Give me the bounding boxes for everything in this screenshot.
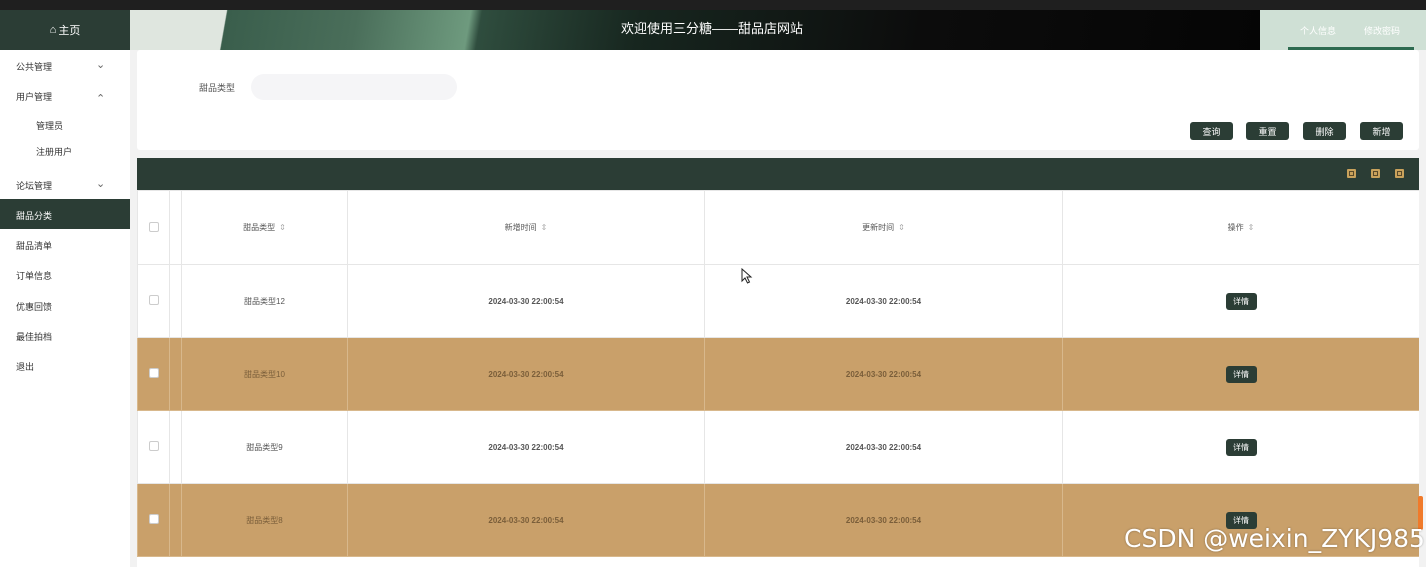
window-top-strip: [0, 0, 1426, 10]
save-icon[interactable]: [1371, 169, 1380, 178]
cell-created: 2024-03-30 22:00:54: [347, 264, 705, 338]
sidebar-item-label: 退出: [16, 362, 35, 372]
cell-actions: 详情: [1062, 337, 1419, 411]
row-checkbox[interactable]: [148, 368, 159, 378]
site-title: 欢迎使用三分糖——甜品店网站: [620, 21, 803, 36]
reset-button[interactable]: 重置: [1246, 122, 1289, 140]
sidebar-item-admins[interactable]: 管理员: [0, 109, 130, 135]
cell-updated: 2024-03-30 22:00:54: [704, 337, 1063, 411]
print-icon[interactable]: [1347, 169, 1356, 178]
table-row: 甜品类型12 2024-03-30 22:00:54 2024-03-30 22…: [137, 264, 1419, 338]
sidebar-item-label: 订单信息: [16, 271, 53, 281]
cell-type: 甜品类型8: [181, 483, 348, 557]
column-header-label: 操作: [1227, 223, 1244, 232]
cell-updated: 2024-03-30 22:00:54: [704, 410, 1063, 484]
sidebar-item-dessert-list[interactable]: 甜品清单: [0, 229, 130, 259]
sidebar-item-label: 甜品清单: [16, 241, 53, 251]
column-header-label: 更新时间: [862, 223, 895, 232]
row-checkbox[interactable]: [148, 441, 159, 451]
row-select-cell: [137, 483, 170, 557]
sidebar-item-forum[interactable]: 论坛管理 ⌄: [0, 169, 130, 199]
cell-created: 2024-03-30 22:00:54: [347, 483, 705, 557]
search-panel: 甜品类型 查询 重置 删除 新增: [137, 50, 1419, 150]
data-table: 甜品类型 ⇕ 新增时间 ⇕ 更新时间 ⇕ 操作 ⇕ 甜品类型12 2024-03-30 …: [137, 190, 1419, 557]
column-header-type[interactable]: 甜品类型 ⇕: [181, 190, 348, 265]
cell-type: 甜品类型10: [181, 337, 348, 411]
row-index-cell: [169, 483, 182, 557]
home-icon: ⌂: [49, 24, 57, 36]
sidebar-item-promotions[interactable]: 优惠回馈: [0, 290, 130, 320]
index-header: [169, 190, 182, 265]
change-password-link[interactable]: 修改密码: [1364, 24, 1400, 37]
sidebar-item-public[interactable]: 公共管理 ⌄: [0, 50, 130, 80]
table-header-row: 甜品类型 ⇕ 新增时间 ⇕ 更新时间 ⇕ 操作 ⇕: [137, 190, 1419, 265]
cell-created: 2024-03-30 22:00:54: [347, 410, 705, 484]
table-row: 甜品类型9 2024-03-30 22:00:54 2024-03-30 22:…: [137, 410, 1419, 484]
select-all-checkbox[interactable]: [148, 221, 159, 232]
sidebar-item-registered-users[interactable]: 注册用户: [0, 135, 130, 161]
sidebar-item-label: 用户管理: [16, 92, 53, 102]
mouse-cursor-icon: [741, 268, 753, 284]
detail-button[interactable]: 详情: [1225, 438, 1257, 456]
column-header-updated[interactable]: 更新时间 ⇕: [704, 190, 1063, 265]
row-index-cell: [169, 337, 182, 411]
sidebar-item-label: 管理员: [36, 121, 64, 131]
chevron-up-icon: ⌃: [96, 93, 106, 105]
home-label: 主页: [58, 25, 81, 37]
sort-icon[interactable]: ⇕: [279, 223, 286, 232]
sort-icon[interactable]: ⇕: [541, 223, 548, 232]
sidebar-item-label: 最佳拍档: [16, 332, 53, 342]
sidebar-item-label: 甜品分类: [16, 211, 53, 221]
delete-button[interactable]: 删除: [1303, 122, 1346, 140]
sidebar-item-label: 公共管理: [16, 62, 53, 72]
detail-button[interactable]: 详情: [1225, 365, 1257, 383]
chevron-down-icon: ⌄: [96, 178, 106, 190]
cell-actions: 详情: [1062, 264, 1419, 338]
query-button[interactable]: 查询: [1190, 122, 1233, 140]
sidebar-item-orders[interactable]: 订单信息: [0, 259, 130, 289]
cell-type: 甜品类型9: [181, 410, 348, 484]
row-index-cell: [169, 410, 182, 484]
detail-button[interactable]: 详情: [1225, 292, 1257, 310]
select-all-cell: [137, 190, 170, 265]
row-select-cell: [137, 410, 170, 484]
sort-icon[interactable]: ⇕: [1248, 223, 1255, 232]
column-header-created[interactable]: 新增时间 ⇕: [347, 190, 705, 265]
home-link[interactable]: ⌂ 主页: [0, 10, 130, 50]
cell-created: 2024-03-30 22:00:54: [347, 337, 705, 411]
cell-updated: 2024-03-30 22:00:54: [704, 483, 1063, 557]
profile-link[interactable]: 个人信息: [1300, 24, 1336, 37]
sidebar-item-label: 优惠回馈: [16, 302, 53, 312]
sidebar-item-label: 注册用户: [36, 147, 73, 157]
sidebar-item-label: 论坛管理: [16, 181, 53, 191]
user-links: 个人信息 修改密码: [1260, 10, 1426, 50]
column-header-actions[interactable]: 操作 ⇕: [1062, 190, 1419, 265]
cell-updated: 2024-03-30 22:00:54: [704, 264, 1063, 338]
column-header-label: 新增时间: [504, 223, 537, 232]
sidebar-item-logout[interactable]: 退出: [0, 350, 130, 380]
sidebar-item-best-pairing[interactable]: 最佳拍档: [0, 320, 130, 350]
dessert-type-search-input[interactable]: [251, 74, 457, 100]
row-checkbox[interactable]: [148, 295, 159, 305]
row-select-cell: [137, 337, 170, 411]
add-button[interactable]: 新增: [1360, 122, 1403, 140]
row-checkbox[interactable]: [148, 514, 159, 524]
sort-icon[interactable]: ⇕: [898, 223, 905, 232]
table-toolbar: [137, 158, 1419, 190]
cell-actions: 详情: [1062, 410, 1419, 484]
sidebar-item-dessert-category[interactable]: 甜品分类: [0, 199, 130, 229]
table-row: 甜品类型10 2024-03-30 22:00:54 2024-03-30 22…: [137, 337, 1419, 411]
sidebar-item-users[interactable]: 用户管理 ⌃: [0, 80, 130, 110]
chevron-down-icon: ⌄: [96, 59, 106, 71]
sidebar: 公共管理 ⌄ 用户管理 ⌃ 管理员 注册用户 论坛管理 ⌄ 甜品分类 甜品清单 …: [0, 50, 130, 567]
column-header-label: 甜品类型: [243, 223, 276, 232]
export-icon[interactable]: [1395, 169, 1404, 178]
row-index-cell: [169, 264, 182, 338]
dessert-type-label: 甜品类型: [199, 83, 236, 93]
top-header: ⌂ 主页 欢迎使用三分糖——甜品店网站 个人信息 修改密码: [0, 10, 1426, 50]
cell-type: 甜品类型12: [181, 264, 348, 338]
table-panel: 甜品类型 ⇕ 新增时间 ⇕ 更新时间 ⇕ 操作 ⇕ 甜品类型12 2024-03-30 …: [137, 158, 1419, 567]
row-select-cell: [137, 264, 170, 338]
watermark: CSDN @weixin_ZYKJ985: [1124, 524, 1425, 553]
